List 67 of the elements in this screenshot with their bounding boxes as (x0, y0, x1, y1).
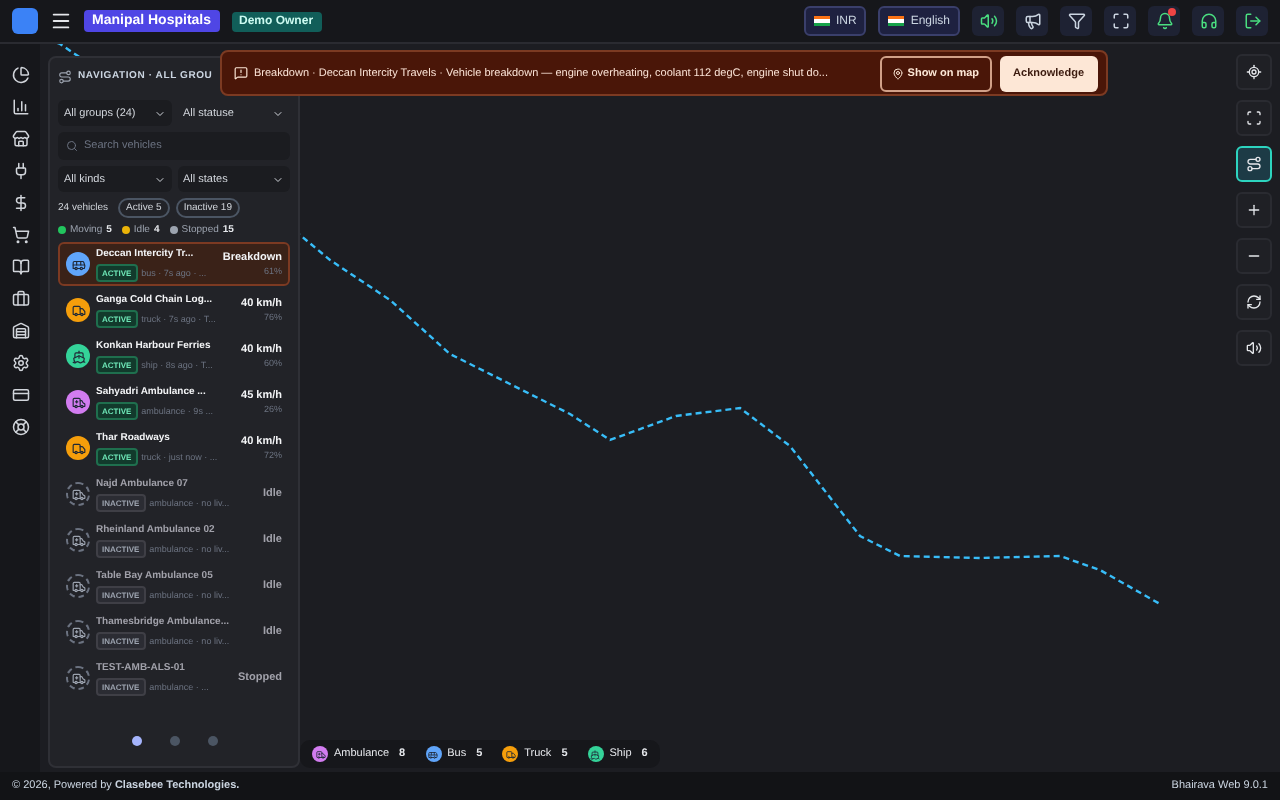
menu-icon[interactable] (50, 10, 72, 32)
chevron-icon (153, 107, 165, 119)
card-button[interactable] (11, 386, 29, 404)
filter-icon (1067, 12, 1085, 30)
fullscreen-icon (1246, 110, 1262, 126)
settings-button[interactable] (11, 354, 29, 372)
book-button[interactable] (11, 258, 29, 276)
volume-icon (1246, 340, 1262, 356)
truck-icon (502, 746, 519, 762)
volume-icon (979, 12, 997, 30)
locate-button[interactable] (1236, 54, 1272, 90)
dollar-button[interactable] (11, 194, 29, 212)
pie-chart-button[interactable] (11, 66, 29, 84)
megaphone-icon (1023, 12, 1041, 30)
support-button[interactable] (1192, 6, 1224, 36)
cart-button[interactable] (11, 226, 29, 244)
store-icon (11, 130, 29, 148)
chevron-icon (272, 107, 284, 119)
fullscreen-button[interactable] (1236, 100, 1272, 136)
fullscreen-button[interactable] (1104, 6, 1136, 36)
announce-button[interactable] (1016, 6, 1048, 36)
chevron-icon (153, 173, 165, 185)
logout-button[interactable] (1236, 6, 1268, 36)
page-dot[interactable] (169, 736, 179, 746)
volume-button[interactable] (1236, 330, 1272, 366)
ambulance-icon (312, 746, 328, 762)
briefcase-icon (11, 290, 29, 308)
logout-icon (1243, 12, 1261, 30)
chevron-icon (272, 173, 284, 185)
bell-icon (1155, 12, 1173, 30)
warehouse-button[interactable] (11, 322, 29, 340)
alert-icon (234, 66, 248, 80)
fullscreen-icon (1111, 12, 1129, 30)
sound-button[interactable] (972, 6, 1004, 36)
plug-button[interactable] (11, 162, 29, 180)
locate-icon (1246, 64, 1262, 80)
page-dot[interactable] (207, 736, 217, 746)
pie-chart-icon (11, 66, 29, 84)
plug-icon (11, 162, 29, 180)
pin-icon (891, 67, 904, 79)
ship-icon (587, 746, 604, 762)
settings-icon (11, 354, 29, 372)
route-button[interactable] (1236, 146, 1272, 182)
page-dot[interactable] (131, 736, 141, 746)
search-icon (66, 140, 78, 152)
lifebuoy-icon (11, 418, 29, 436)
bar-chart-icon (11, 98, 29, 116)
app-logo[interactable] (12, 8, 38, 34)
refresh-button[interactable] (1236, 284, 1272, 320)
dollar-icon (11, 194, 29, 212)
plus-icon (1246, 202, 1262, 218)
bar-chart-button[interactable] (11, 98, 29, 116)
warehouse-icon (11, 322, 29, 340)
route-icon (1246, 156, 1262, 172)
cart-icon (11, 226, 29, 244)
notifications-button[interactable] (1148, 6, 1180, 36)
card-icon (11, 386, 29, 404)
filter-button[interactable] (1060, 6, 1092, 36)
briefcase-button[interactable] (11, 290, 29, 308)
headset-icon (1199, 12, 1217, 30)
refresh-icon (1246, 294, 1262, 310)
bus-icon (425, 746, 442, 762)
store-button[interactable] (11, 130, 29, 148)
book-icon (11, 258, 29, 276)
plus-button[interactable] (1236, 192, 1272, 228)
route-icon (58, 69, 72, 83)
lifebuoy-button[interactable] (11, 418, 29, 436)
